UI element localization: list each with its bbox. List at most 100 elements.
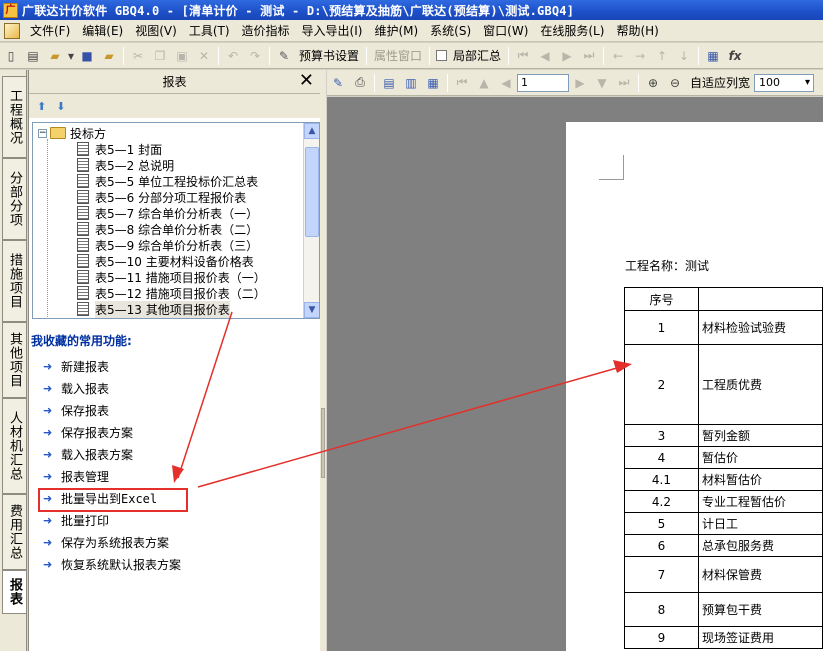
save-icon[interactable]: ■ <box>77 46 97 66</box>
document-menu-icon[interactable] <box>4 22 20 39</box>
menu-help[interactable]: 帮助(H) <box>610 22 664 39</box>
tree-item-label: 表5—10 主要材料设备价格表 <box>95 254 254 269</box>
paste-icon[interactable]: ▣ <box>172 46 192 66</box>
tab-measures[interactable]: 措施项目 <box>2 240 26 322</box>
tree-item[interactable]: 表5—9 综合单价分析表（三） <box>77 237 258 253</box>
zoom-select[interactable]: 100 <box>754 73 815 92</box>
tree-item[interactable]: 表5—10 主要材料设备价格表 <box>77 253 254 269</box>
tree-item[interactable]: 表5—12 措施项目报价表（二） <box>77 285 266 301</box>
calculator-icon[interactable]: ▦ <box>703 46 723 66</box>
favorite-restore-default-scheme[interactable]: ➜ 恢复系统默认报表方案 <box>43 555 181 573</box>
menu-maintain[interactable]: 维护(M) <box>368 22 424 39</box>
tree-item[interactable]: 表5—1 封面 <box>77 141 162 157</box>
multi-page-icon[interactable]: ▦ <box>423 73 443 93</box>
copy-icon[interactable]: ❐ <box>150 46 170 66</box>
favorite-batch-print[interactable]: ➜ 批量打印 <box>43 511 109 529</box>
tree-item[interactable]: 表5—5 单位工程投标价汇总表 <box>77 173 258 189</box>
single-page-icon[interactable]: ▤ <box>379 73 399 93</box>
tab-other-items[interactable]: 其他项目 <box>2 322 26 398</box>
favorite-label: 报表管理 <box>61 469 110 484</box>
zoom-in-icon[interactable]: ⊕ <box>643 73 663 93</box>
favorite-save-system-scheme[interactable]: ➜ 保存为系统报表方案 <box>43 533 169 551</box>
summary-button[interactable]: 局部汇总 <box>449 47 505 64</box>
app-logo-icon[interactable]: 广 <box>3 2 18 18</box>
close-icon[interactable]: ✕ <box>299 71 314 91</box>
scroll-up-icon[interactable]: ▲ <box>304 123 319 139</box>
move-up-icon[interactable]: ⬆ <box>37 100 46 113</box>
tree-item[interactable]: 表5—8 综合单价分析表（二） <box>77 221 258 237</box>
menu-import-export[interactable]: 导入导出(I) <box>296 22 369 39</box>
menu-file[interactable]: 文件(F) <box>24 22 76 39</box>
right-arrow-icon[interactable]: → <box>630 46 650 66</box>
splitter-grip[interactable] <box>321 408 325 478</box>
tab-sub-items[interactable]: 分部分项 <box>2 158 26 240</box>
collapse-icon[interactable]: − <box>38 128 47 138</box>
zoom-out-icon[interactable]: ⊖ <box>665 73 685 93</box>
first-page-icon[interactable]: ⏮ <box>452 73 472 93</box>
new-file-icon[interactable]: ▯ <box>1 46 21 66</box>
last-icon[interactable]: ⏭ <box>579 46 599 66</box>
tab-cost-summary[interactable]: 费用汇总 <box>2 494 26 570</box>
cut-icon[interactable]: ✂ <box>128 46 148 66</box>
page-number-input[interactable]: 1 <box>517 73 569 92</box>
budget-setting-icon[interactable]: ✎ <box>274 46 294 66</box>
new-project-icon[interactable]: ▤ <box>23 46 43 66</box>
tab-reports[interactable]: 报表 <box>2 570 26 614</box>
menu-tools[interactable]: 工具(T) <box>183 22 236 39</box>
row-name: 工程质优费 <box>697 344 823 425</box>
redo-icon[interactable]: ↷ <box>245 46 265 66</box>
scroll-down-icon[interactable]: ▼ <box>304 302 319 318</box>
budget-setting-button[interactable]: 预算书设置 <box>295 47 363 64</box>
tree-item-selected[interactable]: 表5—13 其他项目报价表 <box>77 300 230 318</box>
prev-icon[interactable]: ◀ <box>535 46 555 66</box>
menu-cost-index[interactable]: 造价指标 <box>236 22 296 39</box>
tree-item[interactable]: 表5—2 总说明 <box>77 157 174 173</box>
move-down-icon[interactable]: ⬇ <box>56 100 65 113</box>
favorite-new-report[interactable]: ➜ 新建报表 <box>43 357 109 375</box>
open-folder-icon[interactable]: ▰ <box>45 46 65 66</box>
report-doc-icon <box>77 270 89 284</box>
tree-scrollbar[interactable]: ▲ ▼ <box>303 123 319 318</box>
tree-item[interactable]: 表5—6 分部分项工程报价表 <box>77 189 246 205</box>
undo-icon[interactable]: ↶ <box>223 46 243 66</box>
favorite-save-report[interactable]: ➜ 保存报表 <box>43 401 109 419</box>
down-arrow-icon[interactable]: ↓ <box>674 46 694 66</box>
tree-root-node[interactable]: − 投标方 <box>38 125 106 141</box>
next-page-down-icon[interactable]: ▼ <box>592 73 612 93</box>
tab-labor-material-summary[interactable]: 人材机汇总 <box>2 398 26 494</box>
menu-system[interactable]: 系统(S) <box>424 22 477 39</box>
tree-item-label: 表5—7 综合单价分析表（一） <box>95 206 259 221</box>
tree-item[interactable]: 表5—11 措施项目报价表（一） <box>77 269 266 285</box>
scroll-thumb[interactable] <box>305 147 319 237</box>
favorite-report-manage[interactable]: ➜ 报表管理 <box>43 467 109 485</box>
tree-item[interactable]: 表5—7 综合单价分析表（一） <box>77 205 258 221</box>
attr-window-button[interactable]: 属性窗口 <box>370 47 426 64</box>
delete-icon[interactable]: ✕ <box>194 46 214 66</box>
panel-splitter[interactable] <box>320 70 326 651</box>
favorite-load-scheme[interactable]: ➜ 载入报表方案 <box>43 445 133 463</box>
print-icon[interactable]: ⎙ <box>350 73 370 93</box>
prev-page-icon[interactable]: ◀ <box>496 73 516 93</box>
two-page-icon[interactable]: ▥ <box>401 73 421 93</box>
dropdown-arrow-icon[interactable]: ▾ <box>67 46 75 66</box>
summary-checkbox[interactable] <box>434 46 448 66</box>
tree-item-label: 表5—5 单位工程投标价汇总表 <box>95 174 259 189</box>
favorite-save-scheme[interactable]: ➜ 保存报表方案 <box>43 423 133 441</box>
menu-online-service[interactable]: 在线服务(L) <box>534 22 610 39</box>
favorite-load-report[interactable]: ➜ 载入报表 <box>43 379 109 397</box>
tab-project-overview[interactable]: 工程概况 <box>2 76 26 158</box>
function-icon[interactable]: fx <box>725 46 745 66</box>
left-arrow-icon[interactable]: ← <box>608 46 628 66</box>
prev-page-up-icon[interactable]: ▲ <box>474 73 494 93</box>
menu-edit[interactable]: 编辑(E) <box>76 22 129 39</box>
last-page-icon[interactable]: ⏭ <box>614 73 634 93</box>
first-icon[interactable]: ⏮ <box>513 46 533 66</box>
next-icon[interactable]: ▶ <box>557 46 577 66</box>
next-page-icon[interactable]: ▶ <box>570 73 590 93</box>
up-arrow-icon[interactable]: ↑ <box>652 46 672 66</box>
menu-window[interactable]: 窗口(W) <box>477 22 534 39</box>
design-icon[interactable]: ✎ <box>328 73 348 93</box>
folder-icon[interactable]: ▰ <box>99 46 119 66</box>
menu-view[interactable]: 视图(V) <box>129 22 183 39</box>
fit-width-button[interactable]: 自适应列宽 <box>686 74 754 91</box>
